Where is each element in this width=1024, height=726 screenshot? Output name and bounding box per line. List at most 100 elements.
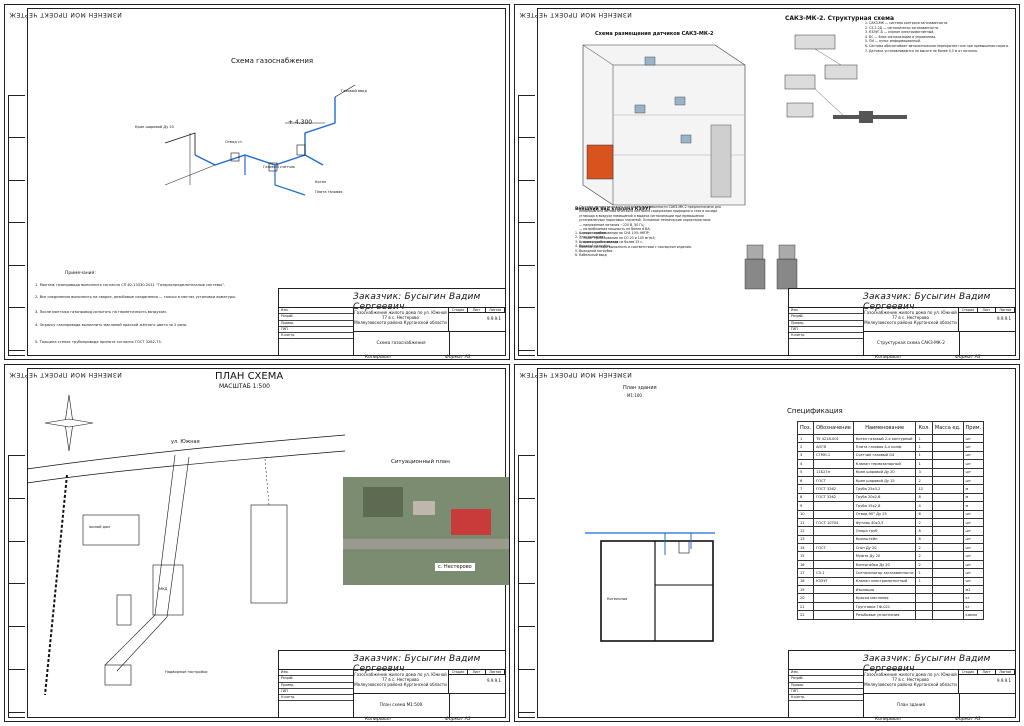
spec-cell: 3	[796, 450, 815, 461]
table-row: 9 Труба 15х2,8 4 м	[796, 501, 985, 511]
spec-cell: 1	[915, 459, 933, 469]
sheets-head: Листов	[486, 308, 506, 312]
spec-cell	[931, 585, 964, 595]
spec-cell	[931, 433, 964, 444]
satellite-image: с. Нестерово	[343, 477, 509, 585]
spec-cell: кг	[962, 601, 985, 612]
spec-cell	[813, 501, 854, 511]
sheets-head: Листов	[996, 670, 1016, 674]
spec-cell: 1	[915, 450, 933, 461]
spec-cell	[931, 601, 964, 612]
note-2: 2. Все соединения выполнить на сварке, р…	[35, 295, 237, 299]
note-4: 4. Окраску газопровода выполнить масляно…	[35, 323, 188, 327]
sheet-head: Лист	[978, 308, 997, 312]
spec-cell: м2	[962, 585, 985, 595]
spec-cell: 8	[915, 492, 933, 503]
spec-cell: 21	[796, 601, 815, 612]
stage-head: Стадия	[449, 308, 468, 312]
spec-cell	[813, 551, 854, 561]
project-name: Газоснабжение жилого дома по ул. Южной 7…	[864, 310, 957, 320]
spec-cell	[931, 559, 964, 570]
spec-cell	[931, 526, 964, 536]
project-name: Газоснабжение жилого дома по ул. Южной 7…	[864, 672, 957, 682]
project-region: Мелеузовского района Курганской области	[864, 320, 957, 325]
valve-title: Внешний вид клапана КЗЭУГ	[575, 207, 652, 212]
spec-cell: м	[962, 501, 985, 511]
valve-legend: 1. Корпус клапана 2. Электромагнит 3. Кн…	[575, 231, 618, 257]
tb-project: Газоснабжение жилого дома по ул. Южной 7…	[863, 669, 959, 693]
spec-cell	[931, 610, 964, 620]
spec-cell: Кран шаровой Ду 20	[852, 467, 917, 477]
spec-cell: 11	[796, 517, 815, 528]
sheet-gas-scheme: ИЗМЕНЁН МОЙ ПРОЕКТ ЧЕРТЕЖ Схема газоснаб…	[4, 4, 510, 360]
spec-cell: ГОСТ	[813, 475, 854, 486]
spec-cell: 8	[796, 492, 815, 503]
sheet-head: Лист	[978, 670, 997, 674]
spec-cell: 11Б27п	[813, 467, 854, 477]
spec-cell: СГМН-1	[813, 450, 854, 461]
building-mkd: МКД	[159, 587, 168, 591]
sheet-name: Схема газоснабжения	[353, 331, 450, 356]
spec-cell	[931, 492, 964, 503]
spec-cell: ГОСТ 10704	[813, 517, 854, 528]
project-name: Газоснабжение жилого дома по ул. Южной 7…	[354, 310, 447, 320]
spec-cell: Краска масляная	[852, 593, 917, 603]
tb-signature-grid: Изм. Разраб. Провер. ГИП Н.контр.	[789, 307, 864, 356]
spec-cell: 2	[915, 517, 933, 528]
spec-cell	[813, 593, 854, 603]
sheets-head: Листов	[996, 308, 1016, 312]
sheet-building-plan: ИЗМЕНЁН МОЙ ПРОЕКТ ЧЕРТЕЖ План здания М1…	[514, 364, 1020, 722]
sheet-name: Структурная схема САКЗ-МК-2	[863, 331, 960, 356]
spec-cell: Счетчик газовый G4	[852, 450, 917, 461]
situation-title: Ситуационный план	[391, 459, 450, 465]
spec-cell: Сгон Ду 20	[852, 543, 917, 553]
format-label: Формат А3	[955, 355, 981, 360]
spec-cell: 2	[915, 551, 933, 561]
stage-head: Стадия	[959, 670, 978, 674]
spec-cell	[931, 450, 964, 461]
spec-cell: Кран шаровой Ду 15	[852, 475, 917, 486]
spec-cell: 16	[796, 559, 815, 570]
sheet-name: План здания	[863, 693, 960, 718]
title-block: Заказчик: Бусыгин Вадим Сергеевич Изм. Р…	[788, 288, 1016, 356]
spec-cell: Плита газовая 4-х конф.	[852, 442, 917, 452]
spec-cell: ГОСТ 3262	[813, 484, 854, 494]
spec-cell: шт	[962, 526, 985, 536]
spec-cell: Изоляция	[852, 585, 917, 595]
tb-blank	[449, 331, 505, 356]
spec-cell: шт	[962, 475, 985, 486]
specification-table: Поз. Обозначение Наименование Кол. Масса ед.…	[796, 421, 985, 620]
spec-cell: ГОСТ	[813, 543, 854, 553]
spec-cell: шт	[962, 450, 985, 461]
table-row: 16 Контргайка Ду 20 2 шт	[796, 559, 985, 570]
table-row: 13 Кронштейн 6 шт	[796, 534, 985, 545]
spec-cell: 13	[796, 534, 815, 545]
spec-cell: м	[962, 484, 985, 494]
spec-cell: 6	[915, 509, 933, 519]
title-block: Заказчик: Бусыгин Вадим Сергеевич Изм. Р…	[278, 288, 506, 356]
spec-cell: 2	[796, 442, 815, 452]
spec-cell: Футляр 40х3,5	[852, 517, 917, 528]
spec-header-cell: Кол.	[915, 421, 933, 435]
tb-stage: Стадия Лист Листов 9.9.9.1	[449, 669, 506, 694]
spec-cell: Опора труб	[852, 526, 917, 536]
spec-cell: Кронштейн	[852, 534, 917, 545]
spec-cell: м	[962, 492, 985, 503]
table-row: 21 Грунтовка ГФ-021 кг	[796, 601, 985, 612]
tb-project: Газоснабжение жилого дома по ул. Южной 7…	[863, 307, 959, 331]
spec-header-cell: Поз.	[796, 421, 815, 435]
table-row: 1 ТУ 4218-001 Котел газовый 2-х контурный 1…	[796, 433, 985, 444]
spec-cell: 1	[915, 568, 933, 578]
spec-cell: Резьбовые уплотнения	[852, 610, 917, 620]
spec-cell: 20	[796, 593, 815, 603]
spec-cell	[931, 517, 964, 528]
note-5: 5. Толщина стенок трубопровода принята с…	[35, 340, 162, 344]
spec-cell	[931, 484, 964, 494]
spec-cell: 12	[915, 484, 933, 494]
spec-cell: Грунтовка ГФ-021	[852, 601, 917, 612]
spec-cell	[813, 601, 854, 612]
sheet-site-plan: ИЗМЕНЁН МОЙ ПРОЕКТ ЧЕРТЕЖ ПЛАН СХЕМА МАС…	[4, 364, 510, 722]
table-row: 7 ГОСТ 3262 Труба 25х3,2 12 м	[796, 484, 985, 494]
spec-cell	[931, 543, 964, 553]
spec-header-row: Поз. Обозначение Наименование Кол. Масса ед.…	[796, 421, 985, 435]
